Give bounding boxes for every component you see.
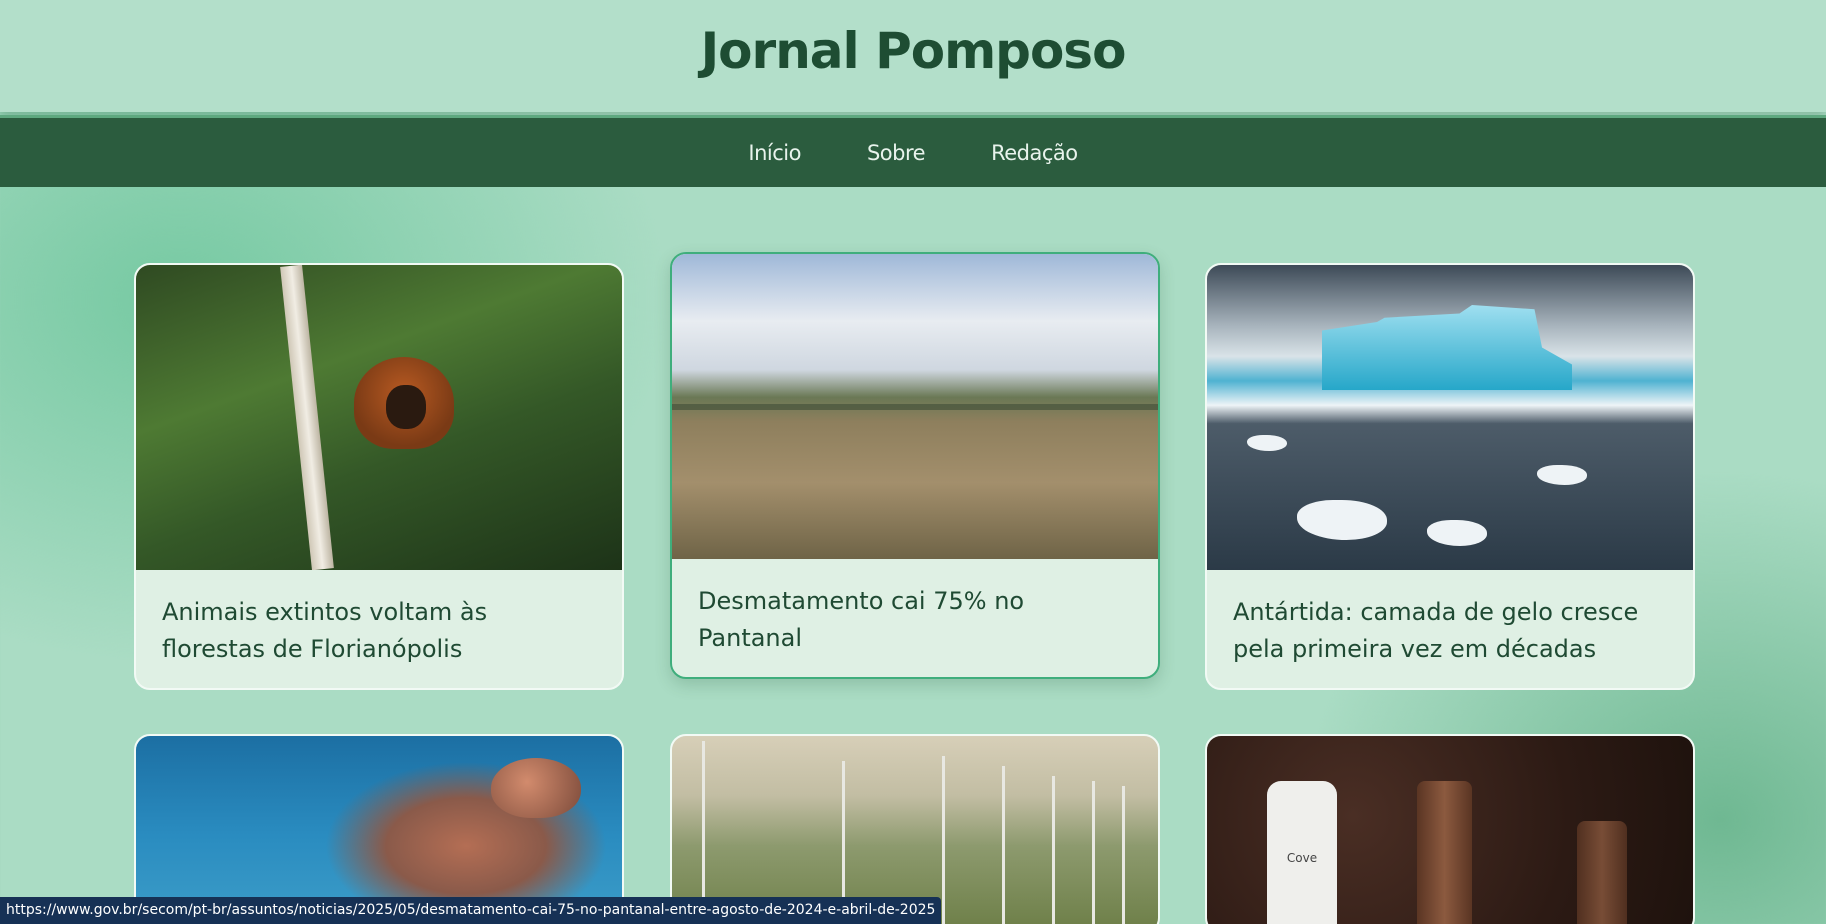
news-card[interactable]: [134, 734, 624, 924]
news-card-active[interactable]: Desmatamento cai 75% no Pantanal: [670, 252, 1160, 679]
ice-floe-shape: [1297, 500, 1387, 540]
site-header: Jornal Pomposo: [0, 0, 1826, 112]
bottles-image[interactable]: Cove: [1207, 736, 1693, 924]
pantanal-image[interactable]: [672, 254, 1158, 559]
bottle-shape: [1577, 821, 1627, 924]
wind-turbines-image[interactable]: [672, 736, 1158, 924]
card-title[interactable]: Animais extintos voltam às florestas de …: [136, 570, 622, 688]
iceberg-shape: [1322, 305, 1572, 390]
turbine-shape: [1092, 781, 1095, 924]
nav-redacao[interactable]: Redação: [991, 141, 1078, 165]
tree-trunk-shape: [280, 265, 334, 570]
turbine-shape: [1052, 776, 1055, 924]
nav-inicio[interactable]: Início: [748, 141, 801, 165]
bottle-shape: Cove: [1267, 781, 1337, 924]
card-title[interactable]: Desmatamento cai 75% no Pantanal: [672, 559, 1158, 677]
news-card[interactable]: Antártida: camada de gelo cresce pela pr…: [1205, 263, 1695, 690]
ice-floe-shape: [1537, 465, 1587, 485]
card-title[interactable]: Antártida: camada de gelo cresce pela pr…: [1207, 570, 1693, 688]
turtle-head-shape: [491, 758, 581, 818]
ice-floe-shape: [1247, 435, 1287, 451]
site-title[interactable]: Jornal Pomposo: [701, 22, 1127, 80]
iceberg-image[interactable]: [1207, 265, 1693, 570]
link-status-bar: https://www.gov.br/secom/pt-br/assuntos/…: [0, 897, 942, 924]
news-card[interactable]: Animais extintos voltam às florestas de …: [134, 263, 624, 690]
news-card[interactable]: [670, 734, 1160, 924]
horizon-shape: [672, 404, 1158, 410]
turbine-shape: [1002, 766, 1005, 924]
main-nav: Início Sobre Redação: [0, 115, 1826, 187]
monkey-face-shape: [386, 385, 426, 429]
turbine-shape: [1122, 786, 1125, 924]
turbine-shape: [942, 756, 945, 924]
bottle-label: Cove: [1286, 851, 1318, 865]
news-card[interactable]: Cove: [1205, 734, 1695, 924]
sea-turtle-image[interactable]: [136, 736, 622, 924]
ice-floe-shape: [1427, 520, 1487, 546]
bottle-shape: [1417, 781, 1472, 924]
nav-sobre[interactable]: Sobre: [867, 141, 926, 165]
monkey-image[interactable]: [136, 265, 622, 570]
